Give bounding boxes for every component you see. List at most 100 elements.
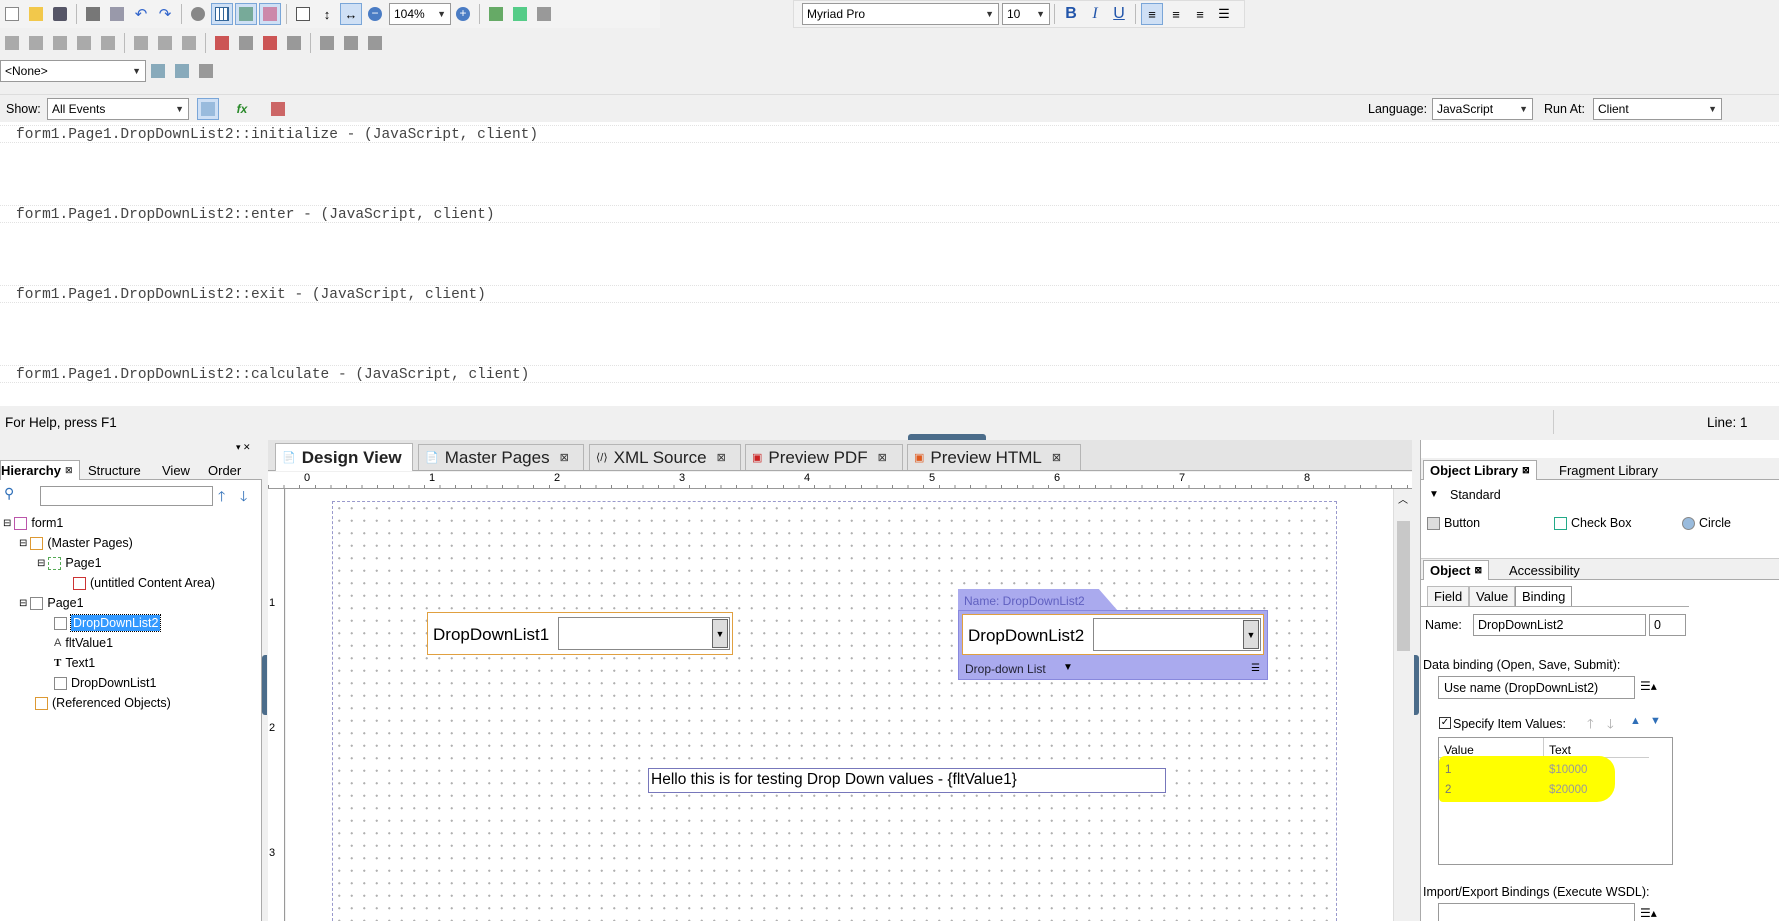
tab-view[interactable]: View: [156, 460, 196, 480]
library-item-button[interactable]: Button: [1427, 513, 1480, 533]
underline-icon[interactable]: U: [1108, 3, 1130, 25]
field-menu-icon[interactable]: ☰: [1251, 663, 1260, 674]
text1-field[interactable]: Hello this is for testing Drop Down valu…: [648, 768, 1166, 793]
distribute-h-icon[interactable]: [130, 32, 152, 54]
field-type-label[interactable]: Drop-down List: [965, 662, 1046, 676]
edit-fragment-icon[interactable]: [147, 60, 169, 82]
align-right-icon[interactable]: ≡: [1189, 3, 1211, 25]
function-icon[interactable]: fx: [231, 98, 253, 120]
scroll-up-icon[interactable]: ︿: [1398, 491, 1408, 506]
open-icon[interactable]: [25, 3, 47, 25]
same-size-icon[interactable]: [364, 32, 386, 54]
guides-icon[interactable]: [259, 3, 281, 25]
binding-input[interactable]: Use name (DropDownList2): [1438, 676, 1635, 699]
library-item-checkbox[interactable]: Check Box: [1554, 513, 1631, 533]
chevron-down-icon[interactable]: ▼: [712, 619, 728, 648]
align-right-edges-icon[interactable]: [25, 32, 47, 54]
bold-icon[interactable]: B: [1060, 3, 1082, 25]
undo-icon[interactable]: ↶: [130, 3, 152, 25]
run-at-select[interactable]: Client ▼: [1593, 98, 1722, 120]
zoom-in-icon[interactable]: +: [452, 3, 474, 25]
align-left-icon[interactable]: ≡: [1141, 3, 1163, 25]
standard-section[interactable]: Standard: [1450, 488, 1501, 502]
move-up-icon[interactable]: 🡑: [218, 486, 225, 510]
add-fragment-icon[interactable]: [171, 60, 193, 82]
align-bottom-icon[interactable]: [73, 32, 95, 54]
side-collapse-handle[interactable]: [262, 655, 267, 715]
find-icon[interactable]: [187, 3, 209, 25]
table-row[interactable]: 2 $20000: [1439, 780, 1649, 800]
wrap-icon[interactable]: [259, 32, 281, 54]
tree-item-page1[interactable]: ⊟ Page1: [19, 593, 84, 613]
table-row[interactable]: 1 $10000: [1439, 760, 1649, 780]
align-top-icon[interactable]: [49, 32, 71, 54]
check-script-icon[interactable]: [485, 3, 507, 25]
group-icon[interactable]: [211, 32, 233, 54]
align-vcenter-icon[interactable]: [97, 32, 119, 54]
redo-icon[interactable]: ↷: [154, 3, 176, 25]
font-family-select[interactable]: Myriad Pro ▼: [802, 3, 999, 25]
show-all-icon[interactable]: [197, 98, 219, 120]
tab-fragment-library[interactable]: Fragment Library: [1553, 460, 1664, 480]
collapse-icon[interactable]: ▼: [1429, 489, 1439, 500]
tree-item-fltvalue1[interactable]: AfltValue1: [54, 633, 113, 653]
tab-value[interactable]: Value: [1469, 586, 1516, 606]
tab-hierarchy[interactable]: Hierarchy ⊠: [0, 460, 80, 480]
font-size-select[interactable]: 10 ▼: [1002, 3, 1050, 25]
justify-icon[interactable]: ☰: [1213, 3, 1235, 25]
import-input[interactable]: [1438, 903, 1635, 921]
ungroup-icon[interactable]: [235, 32, 257, 54]
tab-preview-html[interactable]: ▣ Preview HTML ⊠: [907, 444, 1081, 470]
object-select[interactable]: <None> ▼: [0, 60, 146, 82]
panel-menu-icon[interactable]: ▾ ✕: [236, 442, 251, 453]
import-menu-icon[interactable]: ☰▴: [1640, 906, 1657, 920]
tab-structure[interactable]: Structure: [82, 460, 147, 480]
tree-item-master-page1[interactable]: ⊟ Page1: [37, 553, 102, 573]
move-down-icon[interactable]: 🡓: [1607, 715, 1614, 737]
tab-xml-source[interactable]: ⟨/⟩ XML Source ⊠: [589, 444, 741, 470]
canvas-scrollbar[interactable]: ︿: [1393, 489, 1412, 921]
tree-item-content-area[interactable]: (untitled Content Area): [73, 573, 215, 593]
save-icon[interactable]: [49, 3, 71, 25]
tab-field[interactable]: Field: [1427, 586, 1470, 606]
name-index-input[interactable]: 0: [1649, 614, 1686, 636]
unwrap-icon[interactable]: [283, 32, 305, 54]
new-icon[interactable]: [1, 3, 23, 25]
dropdownlist2-field[interactable]: DropDownList2 ▼ Drop-down List ▼ ☰: [958, 610, 1268, 680]
close-icon[interactable]: ⊠: [717, 451, 726, 464]
tab-master-pages[interactable]: 📄 Master Pages ⊠: [418, 444, 584, 470]
script-editor[interactable]: form1.Page1.DropDownList2::initialize - …: [0, 122, 1779, 406]
fit-width-icon[interactable]: ↔: [340, 3, 362, 25]
tab-accessibility[interactable]: Accessibility: [1503, 560, 1586, 580]
tab-order[interactable]: Order: [202, 460, 247, 480]
distribute-v-icon[interactable]: [154, 32, 176, 54]
library-item-circle[interactable]: Circle: [1682, 513, 1731, 533]
tree-item-text1[interactable]: T Text1: [54, 653, 95, 673]
same-height-icon[interactable]: [340, 32, 362, 54]
hierarchy-search-input[interactable]: [40, 486, 213, 506]
close-icon[interactable]: ⊠: [1052, 451, 1061, 464]
side-collapse-handle[interactable]: [1414, 655, 1419, 715]
remove-fragment-icon[interactable]: [195, 60, 217, 82]
dropdownlist2-box[interactable]: ▼: [1093, 618, 1261, 651]
same-width-icon[interactable]: [316, 32, 338, 54]
add-row-icon[interactable]: ▲: [1630, 715, 1641, 727]
name-input[interactable]: DropDownList2: [1473, 614, 1646, 636]
field-type-chevron-icon[interactable]: ▼: [1063, 662, 1073, 673]
tab-design-view[interactable]: 📄 Design View: [275, 443, 413, 471]
binding-menu-icon[interactable]: ☰▴: [1640, 679, 1657, 693]
center-icon[interactable]: [178, 32, 200, 54]
fit-height-icon[interactable]: ↕: [316, 3, 338, 25]
align-left-edges-icon[interactable]: [1, 32, 23, 54]
zoom-out-icon[interactable]: −: [364, 3, 386, 25]
italic-icon[interactable]: I: [1084, 3, 1106, 25]
grid-icon[interactable]: [211, 3, 233, 25]
tree-item-dropdownlist1[interactable]: DropDownList1: [54, 673, 156, 693]
specify-checkbox[interactable]: ✓: [1439, 717, 1451, 729]
move-down-icon[interactable]: 🡓: [240, 486, 247, 510]
move-up-icon[interactable]: 🡑: [1587, 715, 1594, 737]
tab-binding[interactable]: Binding: [1515, 586, 1573, 606]
tab-preview-pdf[interactable]: ▣ Preview PDF ⊠: [745, 444, 903, 470]
chevron-down-icon[interactable]: ▼: [1243, 620, 1259, 649]
show-events-select[interactable]: All Events ▼: [47, 98, 189, 120]
